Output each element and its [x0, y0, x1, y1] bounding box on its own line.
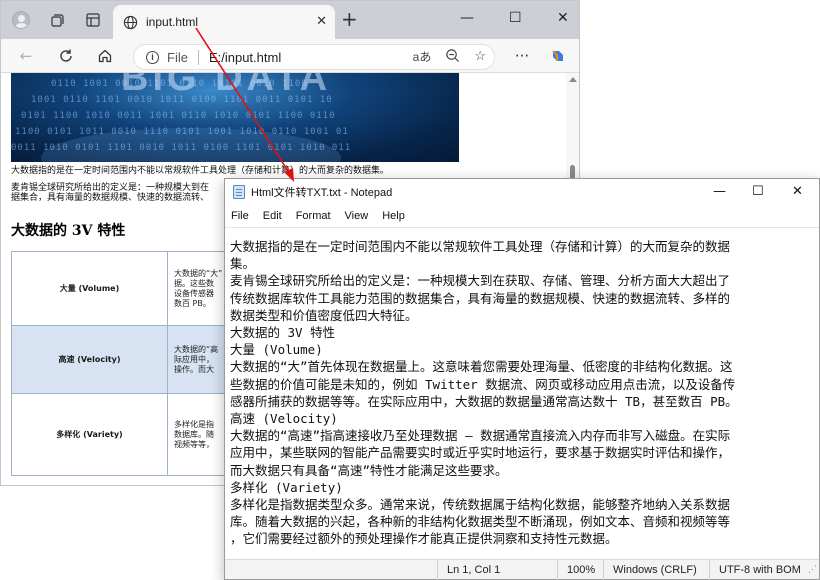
- menu-edit[interactable]: Edit: [263, 210, 282, 222]
- text-line: 数据类型和价值密度低四大特征。: [230, 307, 418, 323]
- text-line: 大量 (Volume): [230, 342, 323, 358]
- home-icon[interactable]: [94, 45, 116, 67]
- text-line: 集。: [230, 256, 256, 272]
- tab-close-icon[interactable]: ✕: [316, 14, 327, 29]
- copilot-icon[interactable]: [547, 45, 569, 67]
- text-line: 大数据的 3V 特性: [230, 325, 336, 341]
- text-line: 应用中，某些联网的智能产品需要实时或近乎实时地运行，要求基于数据实时评估和操作，: [230, 445, 731, 461]
- menu-help[interactable]: Help: [382, 210, 405, 222]
- text-line: 多样化是指数据类型众多。通常来说，传统数据属于结构化数据，能够整齐地纳入关系数据: [230, 497, 731, 513]
- notepad-title: Html文件转TXT.txt - Notepad: [251, 187, 393, 199]
- text-line: 大数据的“高速”指高速接收乃至处理数据 — 数据通常直接流入内存而非写入磁盘。在…: [230, 428, 731, 444]
- resize-grip-icon[interactable]: ⋰: [808, 564, 817, 577]
- url-text[interactable]: E:/input.html: [209, 50, 281, 65]
- menu-format[interactable]: Format: [296, 210, 331, 222]
- text-line: ，它们需要经过额外的预处理操作才能真正提供洞察和支持性元数据。: [230, 531, 618, 547]
- scroll-up-icon[interactable]: [569, 77, 577, 82]
- tab-input-html[interactable]: input.html ✕: [113, 5, 335, 39]
- globe-icon: [123, 15, 138, 29]
- profile-avatar-icon[interactable]: [9, 8, 33, 32]
- zoom-out-icon[interactable]: [445, 48, 460, 66]
- notepad-app-icon: [233, 185, 245, 199]
- minimize-icon[interactable]: —: [713, 184, 726, 199]
- browser-toolbar: ← i File E:/input.html aあ ☆ ···: [1, 39, 579, 73]
- text-line: 感器所捕获的数据等等。在实际应用中，大数据的数据量通常高达数十 TB，甚至数百 …: [230, 393, 738, 409]
- text-line: 高速 (Velocity): [230, 411, 338, 427]
- row-name: 多样化 (Variety): [11, 393, 168, 476]
- text-line: 大数据指的是在一定时间范围内不能以常规软件工具处理（存储和计算）的大而复杂的数据: [230, 239, 731, 254]
- notepad-titlebar[interactable]: Html文件转TXT.txt - Notepad — ☐ ✕: [225, 179, 819, 205]
- menu-file[interactable]: File: [231, 210, 249, 222]
- text-line: 麦肯锡全球研究所给出的定义是：一种规模大到在获取、存储、管理、分析方面大大超出了: [230, 273, 731, 289]
- text-line: 而大数据只有具备“高速”特性才能满足这些要求。: [230, 462, 508, 478]
- read-aloud-icon[interactable]: aあ: [413, 48, 432, 66]
- hero-title: BIG DATA: [121, 73, 332, 99]
- address-bar[interactable]: i File E:/input.html aあ ☆: [133, 44, 495, 70]
- close-window-icon[interactable]: ✕: [557, 10, 569, 26]
- tab-strip: input.html ✕ + — ☐ ✕: [1, 1, 579, 39]
- refresh-icon[interactable]: [55, 45, 77, 67]
- row-name: 大量 (Volume): [11, 251, 168, 326]
- scheme-label: File: [167, 49, 188, 65]
- more-menu-icon[interactable]: ···: [511, 45, 533, 67]
- notepad-status-bar: Ln 1, Col 1 100% Windows (CRLF) UTF-8 wi…: [225, 559, 819, 580]
- hero-banner-image: 0110 1001 0010 1101 0110 10101 0010 1100…: [11, 73, 459, 162]
- notepad-window: Html文件转TXT.txt - Notepad — ☐ ✕ File Edit…: [224, 178, 820, 580]
- section-heading: 大数据的 3V 特性: [11, 223, 126, 239]
- text-line: 传统数据库软件工具能力范围的数据集合，具有海量的数据规模、快速的数据流转、多样的: [230, 290, 731, 306]
- tab-title: input.html: [146, 15, 199, 29]
- text-line: 库。随着大数据的兴起，各种新的非结构化数据类型不断涌现，例如文本、音频和视频等等: [230, 514, 731, 530]
- menu-view[interactable]: View: [345, 210, 369, 222]
- minimize-icon[interactable]: —: [460, 10, 474, 26]
- text-line: 些数据的价值可能是未知的，例如 Twitter 数据流、网页或移动应用点击流，以…: [230, 376, 736, 392]
- new-tab-icon[interactable]: +: [341, 8, 358, 30]
- text-line: 多样化 (Variety): [230, 479, 343, 495]
- maximize-icon[interactable]: ☐: [509, 10, 522, 26]
- maximize-icon[interactable]: ☐: [752, 184, 764, 199]
- zoom-level: 100%: [567, 564, 596, 576]
- cursor-position: Ln 1, Col 1: [447, 564, 501, 576]
- encoding: UTF-8 with BOM: [719, 564, 801, 576]
- address-separator: [197, 49, 199, 65]
- text-line: 大数据的“大”首先体现在数据量上。这意味着您需要处理海量、低密度的非结构化数据。…: [230, 359, 733, 375]
- address-icons: aあ ☆: [413, 48, 486, 66]
- tab-actions-icon[interactable]: [81, 8, 105, 32]
- close-window-icon[interactable]: ✕: [792, 184, 803, 199]
- line-ending: Windows (CRLF): [613, 564, 697, 576]
- favorite-star-icon[interactable]: ☆: [474, 48, 486, 66]
- definition-text-line-2: 据集合，具有海量的数据规模、快速的数据流转、: [11, 193, 210, 203]
- info-icon[interactable]: i: [146, 50, 159, 64]
- notepad-text-area[interactable]: 大数据指的是在一定时间范围内不能以常规软件工具处理（存储和计算）的大而复杂的数据…: [225, 227, 819, 561]
- intro-text: 大数据指的是在一定时间范围内不能以常规软件工具处理（存储和计算）的大而复杂的数据…: [11, 166, 390, 176]
- row-name: 高速 (Velocity): [11, 325, 168, 394]
- workspaces-icon[interactable]: [45, 8, 69, 32]
- back-icon[interactable]: ←: [15, 45, 37, 67]
- notepad-menubar: File Edit Format View Help: [225, 205, 819, 227]
